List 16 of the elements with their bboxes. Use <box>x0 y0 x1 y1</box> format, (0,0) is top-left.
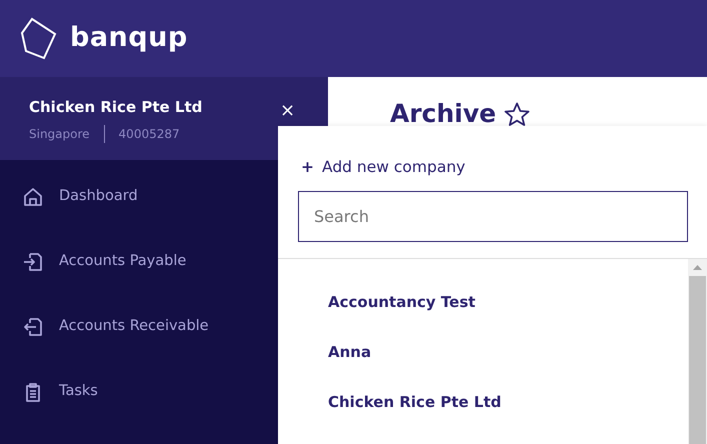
document-out-icon <box>22 316 44 338</box>
logo-icon <box>20 16 58 60</box>
search-field[interactable]: Search <box>298 191 688 242</box>
close-button[interactable]: × <box>276 102 300 120</box>
document-in-icon <box>22 250 44 272</box>
scrollbar-thumb[interactable] <box>689 276 706 444</box>
favorite-star-icon[interactable] <box>504 102 530 127</box>
scrollbar[interactable] <box>688 259 707 444</box>
company-country: Singapore <box>29 126 90 143</box>
home-icon <box>22 186 44 208</box>
logo-text: banqup <box>70 21 188 56</box>
page-title: Archive <box>390 99 496 129</box>
company-number: 40005287 <box>118 126 180 143</box>
add-company-link[interactable]: + Add new company <box>301 156 466 180</box>
plus-icon: + <box>301 156 314 180</box>
company-name: Chicken Rice Pte Ltd <box>29 97 202 118</box>
